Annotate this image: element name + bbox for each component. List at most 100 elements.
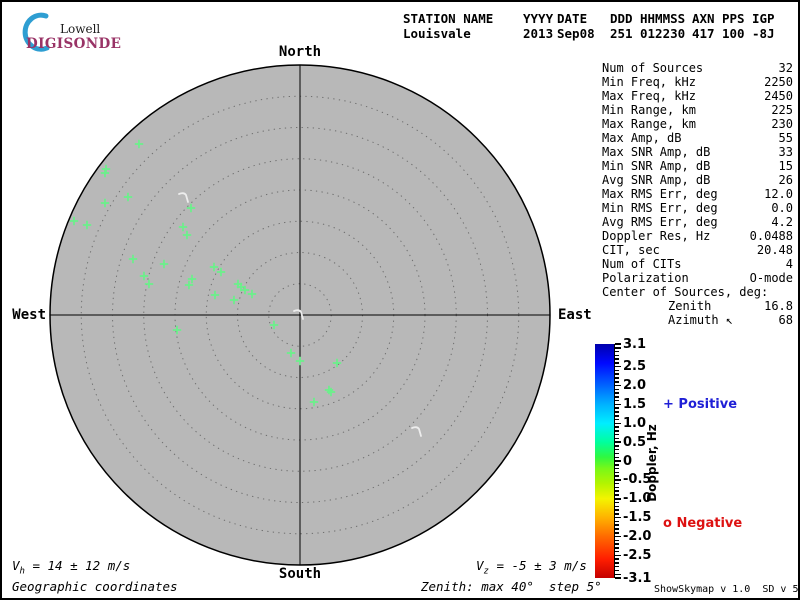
colorbar-minor-tick	[615, 411, 619, 413]
doppler-colorbar	[595, 344, 615, 578]
colorbar-major-tick	[615, 366, 621, 368]
param-row: Max Amp, dB55	[602, 131, 793, 145]
param-label: Polarization	[602, 271, 689, 285]
param-value: 4.2	[771, 215, 793, 229]
colorbar-minor-tick	[615, 453, 619, 455]
header-column: YYYY	[523, 11, 553, 26]
measurement-parameters-panel: Num of Sources 32Min Freq, kHz2250Max Fre…	[602, 61, 793, 327]
colorbar-major-tick	[615, 536, 621, 538]
lowell-digisonde-logo: Lowell DIGISONDE	[10, 10, 160, 54]
station-header: STATION NAMEYYYYDATEDDDHHMMSSAXNPPSIGP L…	[403, 11, 788, 42]
legend-positive: + Positive	[663, 397, 737, 412]
param-row: Max RMS Err, deg12.0	[602, 187, 793, 201]
header-column: AXN	[692, 11, 715, 26]
colorbar-minor-tick	[615, 547, 619, 549]
colorbar-minor-tick	[615, 506, 619, 508]
colorbar-minor-tick	[615, 377, 619, 379]
colorbar-major-tick	[615, 423, 621, 425]
header-value: 012230	[640, 26, 685, 41]
param-label: Max Range, km	[602, 117, 696, 131]
header-column-row: STATION NAMEYYYYDATEDDDHHMMSSAXNPPSIGP	[403, 11, 788, 26]
colorbar-minor-tick	[615, 528, 619, 530]
logo-text-digisonde: DIGISONDE	[26, 36, 121, 52]
param-label: Center of Sources, deg:	[602, 285, 768, 299]
header-column: STATION NAME	[403, 11, 493, 26]
coordinates-mode-label: Geographic coordinates	[12, 579, 178, 594]
param-label: Max Freq, kHz	[602, 89, 696, 103]
param-value: 16.8	[764, 299, 793, 313]
colorbar-minor-tick	[615, 373, 619, 375]
param-row: Avg RMS Err, deg 4.2	[602, 215, 793, 229]
colorbar-minor-tick	[615, 396, 619, 398]
zenith-grid-note: Zenith: max 40° step 5°	[421, 579, 602, 594]
param-value: 26	[779, 173, 793, 187]
param-label: Min Freq, kHz	[602, 75, 696, 89]
vh-value: = 14 ± 12 m/s	[25, 558, 130, 573]
param-label: Avg SNR Amp, dB	[602, 173, 710, 187]
header-value: Sep08	[557, 26, 595, 41]
header-value-row: Louisvale2013Sep08251012230417100-8J	[403, 26, 788, 41]
colorbar-minor-tick	[615, 419, 619, 421]
colorbar-minor-tick	[615, 400, 619, 402]
param-label: Max RMS Err, deg	[602, 187, 718, 201]
param-row: Min RMS Err, deg0.0	[602, 201, 793, 215]
header-value: Louisvale	[403, 26, 471, 41]
colorbar-minor-tick	[615, 449, 619, 451]
colorbar-minor-tick	[615, 426, 619, 428]
colorbar-minor-tick	[615, 370, 619, 372]
colorbar-tick-label: -1.5	[623, 510, 657, 525]
param-row: Max Freq, kHz2450	[602, 89, 793, 103]
colorbar-minor-tick	[615, 381, 619, 383]
header-value: 251	[610, 26, 633, 41]
param-row: Min Freq, kHz2250	[602, 75, 793, 89]
colorbar-tick-label: 3.1	[623, 337, 657, 352]
param-value: 225	[771, 103, 793, 117]
param-label: Min Range, km	[602, 103, 696, 117]
colorbar-minor-tick	[615, 430, 619, 432]
param-label: Doppler Res, Hz	[602, 229, 710, 243]
param-row: Doppler Res, Hz0.0488	[602, 229, 793, 243]
colorbar-minor-tick	[615, 532, 619, 534]
colorbar-minor-tick	[615, 570, 619, 572]
param-label: Max Amp, dB	[602, 131, 681, 145]
vh-symbol: V	[12, 558, 20, 573]
colorbar-minor-tick	[615, 543, 619, 545]
param-row: Avg SNR Amp, dB 26	[602, 173, 793, 187]
showskymap-window: North South West East Lowell DIGISONDE S…	[0, 0, 800, 600]
param-label: Avg RMS Err, deg	[602, 215, 718, 229]
param-row: Num of CITs4	[602, 257, 793, 271]
param-label: Num of Sources	[602, 61, 703, 75]
colorbar-axis-label: Doppler, Hz	[645, 424, 659, 502]
compass-label-west: West	[2, 307, 46, 323]
param-row: CIT, sec20.48	[602, 243, 793, 257]
param-value: 32	[779, 61, 793, 75]
param-label: Zenith	[668, 299, 711, 313]
compass-label-north: North	[270, 44, 330, 60]
param-value: 230	[771, 117, 793, 131]
header-column: DDD	[610, 11, 633, 26]
colorbar-minor-tick	[615, 392, 619, 394]
colorbar-major-tick	[615, 404, 621, 406]
colorbar-minor-tick	[615, 562, 619, 564]
software-version-label: ShowSkymap v 1.0 SD v 5.1	[654, 584, 800, 595]
param-row: Zenith 16.8	[602, 299, 793, 313]
colorbar-minor-tick	[615, 389, 619, 391]
param-row: Num of Sources 32	[602, 61, 793, 75]
colorbar-minor-tick	[615, 445, 619, 447]
colorbar-minor-tick	[615, 509, 619, 511]
param-row: Azimuth ↖68	[602, 313, 793, 327]
colorbar-tick-label: -2.5	[623, 548, 657, 563]
param-label: Azimuth ↖	[668, 313, 733, 327]
colorbar-minor-tick	[615, 355, 619, 357]
colorbar-minor-tick	[615, 540, 619, 542]
param-label: Num of CITs	[602, 257, 681, 271]
vz-value: = -5 ± 3 m/s	[489, 558, 587, 573]
colorbar-tick-label: 2.5	[623, 359, 657, 374]
param-row: Min SNR Amp, dB15	[602, 159, 793, 173]
param-label: Min SNR Amp, dB	[602, 159, 710, 173]
legend-negative: o Negative	[663, 516, 742, 531]
colorbar-major-tick	[615, 441, 621, 443]
param-label: Max SNR Amp, dB	[602, 145, 710, 159]
colorbar-minor-tick	[615, 490, 619, 492]
colorbar-major-tick	[615, 460, 621, 462]
